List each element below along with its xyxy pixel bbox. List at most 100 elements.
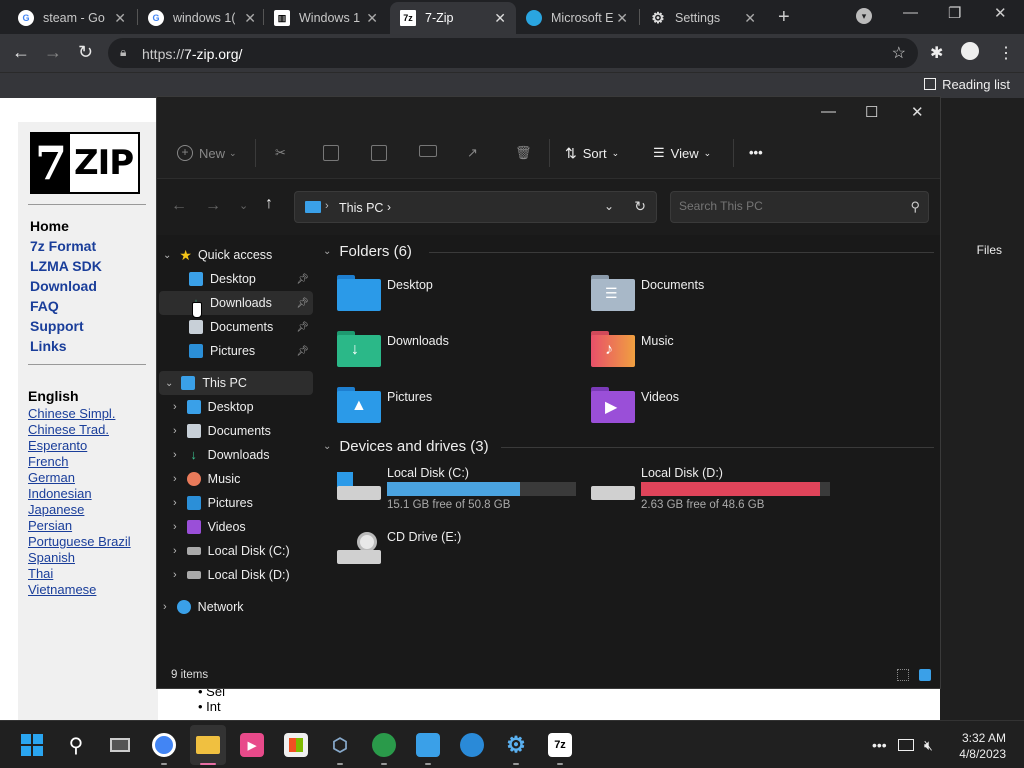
- folder-pictures[interactable]: ▲ Pictures: [337, 387, 432, 423]
- 7zip-icon[interactable]: 7z: [548, 733, 572, 757]
- nav-quick-pictures[interactable]: Pictures 📌︎: [189, 339, 313, 363]
- remote-desktop-icon[interactable]: [416, 733, 440, 757]
- rename-icon[interactable]: [419, 145, 443, 157]
- site-nav-home[interactable]: Home: [30, 218, 102, 238]
- file-explorer-icon[interactable]: [190, 725, 226, 765]
- close-tab-icon[interactable]: ✕: [244, 10, 256, 27]
- address-dropdown-icon[interactable]: ⌄: [604, 199, 614, 213]
- network-status-icon[interactable]: [898, 739, 914, 751]
- maximize-button[interactable]: ☐: [865, 103, 878, 121]
- view-button[interactable]: ☰ View ⌄: [653, 145, 711, 161]
- folder-music[interactable]: ♪ Music: [591, 331, 674, 367]
- folder-desktop[interactable]: Desktop: [337, 275, 433, 311]
- language-link[interactable]: Indonesian: [28, 486, 131, 502]
- nav-pc-documents[interactable]: › Documents: [173, 419, 313, 443]
- folder-downloads[interactable]: ↓ Downloads: [337, 331, 449, 367]
- folder-documents[interactable]: ☰ Documents: [591, 275, 704, 311]
- settings-icon[interactable]: ⚙: [504, 732, 528, 757]
- sort-button[interactable]: ⇅ Sort ⌄: [565, 145, 619, 162]
- search-icon[interactable]: ⚲: [64, 733, 88, 757]
- nav-network[interactable]: › Network: [163, 595, 313, 619]
- nav-pc-videos[interactable]: › Videos: [173, 515, 313, 539]
- site-nav-lzma-sdk[interactable]: LZMA SDK: [30, 258, 102, 278]
- system-clock[interactable]: 3:32 AM 4/8/2023: [959, 730, 1006, 762]
- globe-icon[interactable]: [460, 733, 484, 757]
- nav-pc-local-disk-c[interactable]: › Local Disk (C:): [173, 539, 313, 563]
- language-link[interactable]: Chinese Simpl.: [28, 406, 131, 422]
- site-nav-support[interactable]: Support: [30, 318, 102, 338]
- site-nav-links[interactable]: Links: [30, 338, 102, 358]
- forward-button[interactable]: →: [205, 197, 221, 215]
- close-tab-icon[interactable]: ✕: [744, 10, 756, 27]
- drive-c[interactable]: Local Disk (C:) 15.1 GB free of 50.8 GB: [337, 466, 577, 516]
- nav-quick-documents[interactable]: Documents 📌︎: [189, 315, 313, 339]
- media-player-icon[interactable]: ▶: [240, 733, 264, 757]
- chrome-icon[interactable]: [152, 733, 176, 757]
- store-icon[interactable]: [284, 733, 308, 757]
- profile-avatar[interactable]: [961, 42, 979, 60]
- nav-pc-downloads[interactable]: › ↓ Downloads: [173, 443, 313, 467]
- folders-group-header[interactable]: ⌄ Folders (6): [323, 243, 934, 260]
- close-tab-icon[interactable]: ✕: [616, 10, 628, 27]
- nav-quick-desktop[interactable]: Desktop 📌︎: [189, 267, 313, 291]
- network-tool-icon[interactable]: [372, 733, 396, 757]
- start-icon[interactable]: [20, 733, 44, 757]
- nav-pc-pictures[interactable]: › Pictures: [173, 491, 313, 515]
- tab-settings[interactable]: ⚙ Settings ✕: [640, 2, 766, 34]
- tab-windows[interactable]: ▥ Windows 1 ✕: [264, 2, 388, 34]
- drives-group-header[interactable]: ⌄ Devices and drives (3): [323, 438, 934, 455]
- extensions-icon[interactable]: ✱: [930, 43, 943, 63]
- task-view-icon[interactable]: [108, 733, 132, 757]
- large-icons-view-icon[interactable]: [919, 669, 931, 681]
- minimize-browser-button[interactable]: —: [903, 4, 918, 21]
- cut-icon[interactable]: ✂: [275, 145, 286, 161]
- language-link[interactable]: Thai: [28, 566, 131, 582]
- menu-dots-icon[interactable]: ⋮: [998, 43, 1014, 63]
- tab-search-icon[interactable]: ▾: [856, 8, 872, 24]
- reading-list-button[interactable]: Reading list: [924, 77, 1010, 92]
- tab-microsoft[interactable]: Microsoft E ✕: [516, 2, 638, 34]
- close-browser-button[interactable]: ✕: [994, 4, 1007, 22]
- close-tab-icon[interactable]: ✕: [366, 10, 378, 27]
- nav-pc-local-disk-d[interactable]: › Local Disk (D:): [173, 563, 313, 587]
- back-button[interactable]: ←: [12, 42, 30, 63]
- language-link[interactable]: French: [28, 454, 131, 470]
- tab-windows-search[interactable]: G windows 1( ✕: [138, 2, 266, 34]
- new-tab-button[interactable]: +: [778, 6, 790, 29]
- nav-pc-music[interactable]: › Music: [173, 467, 313, 491]
- share-icon[interactable]: ↗: [467, 145, 478, 161]
- minimize-button[interactable]: —: [821, 103, 836, 120]
- search-box[interactable]: ⚲: [670, 191, 929, 223]
- address-bar[interactable]: 🔒︎ https://7-zip.org/ ☆: [108, 38, 918, 68]
- refresh-icon[interactable]: ↻: [634, 198, 646, 215]
- tab-steam[interactable]: G steam - Go ✕: [8, 2, 136, 34]
- site-nav-7z-format[interactable]: 7z Format: [30, 238, 102, 258]
- language-link[interactable]: Spanish: [28, 550, 131, 566]
- language-link[interactable]: Esperanto: [28, 438, 131, 454]
- up-button[interactable]: ↑: [265, 195, 273, 213]
- language-link[interactable]: German: [28, 470, 131, 486]
- language-link[interactable]: Chinese Trad.: [28, 422, 131, 438]
- copy-icon[interactable]: [323, 145, 345, 161]
- close-button[interactable]: ✕: [911, 103, 924, 121]
- tray-overflow-icon[interactable]: •••: [872, 737, 887, 753]
- site-nav-faq[interactable]: FAQ: [30, 298, 102, 318]
- delete-icon[interactable]: 🗑︎: [515, 145, 532, 161]
- nav-quick-downloads[interactable]: ↓ Downloads 📌︎: [159, 291, 313, 315]
- drive-e[interactable]: CD Drive (E:): [337, 530, 577, 570]
- tab-7zip[interactable]: 7z 7-Zip ✕: [390, 2, 516, 34]
- language-link[interactable]: Persian: [28, 518, 131, 534]
- language-link[interactable]: Japanese: [28, 502, 131, 518]
- language-link[interactable]: Portuguese Brazil: [28, 534, 131, 550]
- more-options-button[interactable]: •••: [749, 145, 763, 160]
- reload-button[interactable]: ↻: [78, 42, 93, 63]
- volume-muted-icon[interactable]: 🔇︎: [924, 737, 933, 754]
- new-button[interactable]: + New ⌄: [177, 145, 237, 161]
- language-link[interactable]: Vietnamese: [28, 582, 131, 598]
- recent-locations-icon[interactable]: ⌄: [239, 199, 248, 212]
- close-tab-icon[interactable]: ✕: [494, 10, 506, 27]
- close-tab-icon[interactable]: ✕: [114, 10, 126, 27]
- nav-this-pc[interactable]: ⌄ This PC: [159, 371, 313, 395]
- forward-button[interactable]: →: [44, 42, 62, 63]
- nav-pc-desktop[interactable]: › Desktop: [173, 395, 313, 419]
